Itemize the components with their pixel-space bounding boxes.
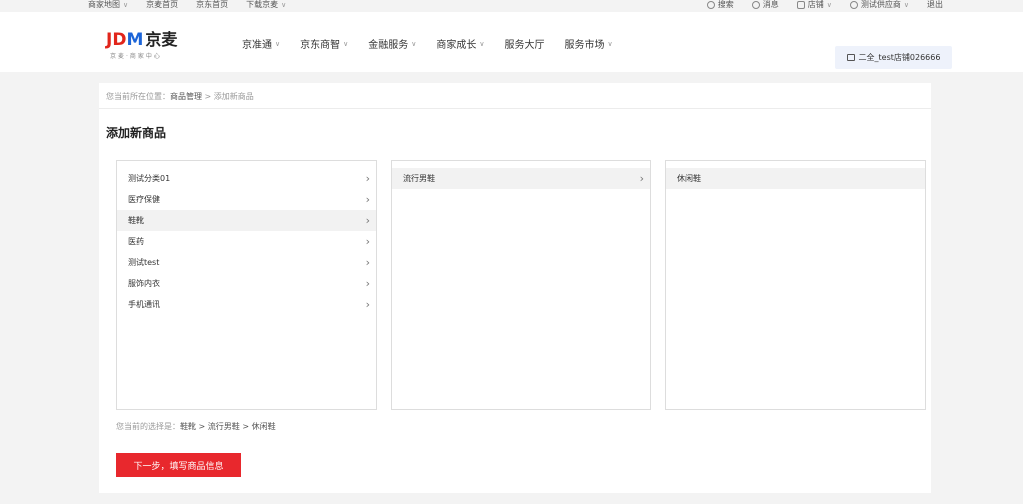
category-label: 流行男鞋 xyxy=(403,174,435,183)
user-icon xyxy=(849,1,858,9)
chevron-down-icon: ∨ xyxy=(479,39,485,48)
topbar-right-link-2[interactable]: 店铺 ∨ xyxy=(796,0,832,10)
search-icon xyxy=(706,1,715,9)
chevron-right-icon: › xyxy=(639,172,644,185)
nav-item-1[interactable]: 京东商智 ∨ xyxy=(300,36,349,52)
main-panel: 您当前所在位置：商品管理 > 添加新商品 添加新商品 测试分类01 › 医疗保健 › 鞋… xyxy=(99,83,931,493)
category-item[interactable]: 休闲鞋 xyxy=(666,168,925,189)
breadcrumb-current: 添加新商品 xyxy=(213,92,254,101)
category-label: 休闲鞋 xyxy=(677,174,701,183)
chevron-down-icon: ∨ xyxy=(281,1,287,9)
topbar-link-label: 京麦首页 xyxy=(146,0,179,9)
topbar-link-0[interactable]: 商家地图 ∨ xyxy=(88,0,128,10)
main-nav: 京准通 ∨ 京东商智 ∨ 金融服务 ∨ 商家成长 ∨ 服务大厅 服务市场 ∨ xyxy=(242,36,613,52)
chevron-down-icon: ∨ xyxy=(826,1,832,9)
nav-item-label: 金融服务 xyxy=(368,40,409,51)
chevron-down-icon: ∨ xyxy=(275,39,281,48)
next-step-button[interactable]: 下一步，填写商品信息 xyxy=(116,453,241,477)
chevron-right-icon: › xyxy=(365,298,370,311)
chevron-right-icon: › xyxy=(365,193,370,206)
nav-item-4[interactable]: 服务大厅 xyxy=(505,36,545,51)
logo-subtitle: 京麦·商家中心 xyxy=(110,53,162,60)
breadcrumb: 您当前所在位置：商品管理 > 添加新商品 xyxy=(106,92,254,101)
chevron-down-icon: ∨ xyxy=(123,1,129,9)
store-name: 二全_test店铺026666 xyxy=(858,53,941,62)
top-utility-bar: 商家地图 ∨ 京麦首页 京东首页 下载京麦 ∨ 搜索 消息 店铺 ∨ 测试供应商 ∨ 退出 xyxy=(0,0,1023,11)
chevron-down-icon: ∨ xyxy=(411,39,417,48)
category-item[interactable]: 医药 › xyxy=(117,231,376,252)
category-label: 测试test xyxy=(128,258,160,267)
topbar-link-label: 测试供应商 xyxy=(860,0,901,9)
category-label: 手机通讯 xyxy=(128,300,160,309)
current-selection: 您当前的选择是：鞋靴 > 流行男鞋 > 休闲鞋 xyxy=(116,422,276,431)
chevron-right-icon: › xyxy=(365,172,370,185)
jdm-logo[interactable]: JDM 京麦 京麦·商家中心 xyxy=(106,30,178,61)
category-item[interactable]: 服饰内衣 › xyxy=(117,273,376,294)
topbar-link-label: 店铺 xyxy=(807,0,824,9)
category-label: 医疗保健 xyxy=(128,195,160,204)
nav-item-2[interactable]: 金融服务 ∨ xyxy=(368,36,417,52)
topbar-link-label: 京东首页 xyxy=(196,0,229,9)
category-label: 服饰内衣 xyxy=(128,279,160,288)
category-label: 测试分类01 xyxy=(128,174,171,183)
category-column-1: 测试分类01 › 医疗保健 › 鞋靴 › 医药 › 测试test › 服饰内衣 › 手机通讯 › xyxy=(116,160,377,410)
store-icon xyxy=(846,54,855,61)
topbar-right-link-3[interactable]: 测试供应商 ∨ xyxy=(849,0,909,10)
topbar-right-link-0[interactable]: 搜索 xyxy=(706,0,734,10)
category-item[interactable]: 鞋靴 › xyxy=(117,210,376,231)
shop-icon xyxy=(796,1,805,9)
topbar-right-link-4[interactable]: 退出 xyxy=(927,0,943,10)
nav-item-0[interactable]: 京准通 ∨ xyxy=(242,36,281,52)
store-switch-button[interactable]: 二全_test店铺026666 xyxy=(835,46,952,69)
category-item[interactable]: 手机通讯 › xyxy=(117,294,376,315)
message-icon xyxy=(751,1,760,9)
topbar-link-3[interactable]: 下载京麦 ∨ xyxy=(246,0,286,10)
category-item[interactable]: 医疗保健 › xyxy=(117,189,376,210)
category-column-2: 流行男鞋 › xyxy=(391,160,651,410)
topbar-left-links: 商家地图 ∨ 京麦首页 京东首页 下载京麦 ∨ xyxy=(88,0,286,10)
topbar-link-label: 商家地图 xyxy=(88,0,120,9)
breadcrumb-link-product-mgmt[interactable]: 商品管理 xyxy=(170,92,202,101)
divider xyxy=(99,108,931,109)
chevron-down-icon: ∨ xyxy=(607,39,613,48)
topbar-link-label: 退出 xyxy=(927,0,943,9)
category-item[interactable]: 测试分类01 › xyxy=(117,168,376,189)
nav-item-label: 服务大厅 xyxy=(504,40,545,51)
category-column-3: 休闲鞋 xyxy=(665,160,926,410)
nav-item-label: 京东商智 xyxy=(300,40,341,51)
page-title: 添加新商品 xyxy=(106,126,167,140)
category-label: 医药 xyxy=(128,237,144,246)
topbar-link-label: 消息 xyxy=(762,0,779,9)
nav-item-label: 京准通 xyxy=(242,40,272,51)
chevron-down-icon: ∨ xyxy=(903,1,909,9)
category-label: 鞋靴 xyxy=(128,216,144,225)
topbar-right-links: 搜索 消息 店铺 ∨ 测试供应商 ∨ 退出 xyxy=(706,0,943,10)
logo-mark: JDM 京麦 xyxy=(106,30,178,50)
selection-value: 鞋靴 > 流行男鞋 > 休闲鞋 xyxy=(180,422,276,431)
topbar-link-2[interactable]: 京东首页 xyxy=(196,0,228,10)
nav-item-label: 服务市场 xyxy=(564,40,605,51)
chevron-right-icon: › xyxy=(365,277,370,290)
main-header: JDM 京麦 京麦·商家中心 京准通 ∨ 京东商智 ∨ 金融服务 ∨ 商家成长 ∨ 服务大厅 服务市… xyxy=(0,12,1023,72)
topbar-link-1[interactable]: 京麦首页 xyxy=(146,0,178,10)
chevron-right-icon: › xyxy=(365,235,370,248)
topbar-link-label: 搜索 xyxy=(717,0,734,9)
chevron-right-icon: › xyxy=(365,214,370,227)
category-item[interactable]: 测试test › xyxy=(117,252,376,273)
topbar-link-label: 下载京麦 xyxy=(246,0,279,9)
nav-item-5[interactable]: 服务市场 ∨ xyxy=(564,36,613,52)
category-item[interactable]: 流行男鞋 › xyxy=(392,168,650,189)
nav-item-3[interactable]: 商家成长 ∨ xyxy=(436,36,485,52)
chevron-right-icon: › xyxy=(365,256,370,269)
topbar-right-link-1[interactable]: 消息 xyxy=(751,0,779,10)
chevron-down-icon: ∨ xyxy=(343,39,349,48)
nav-item-label: 商家成长 xyxy=(436,40,477,51)
